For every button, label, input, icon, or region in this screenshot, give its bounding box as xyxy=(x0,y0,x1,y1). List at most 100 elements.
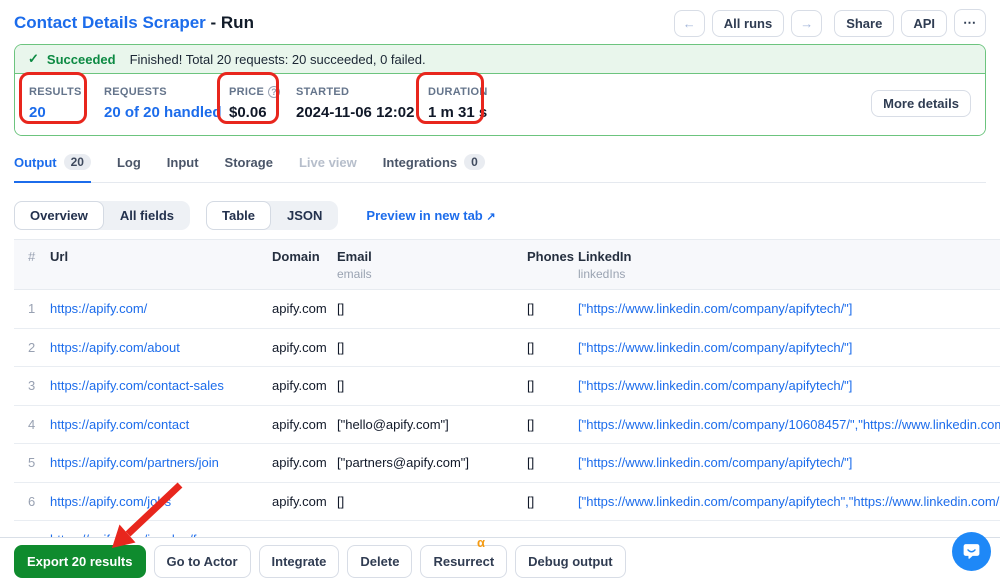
arrow-left-icon: ← xyxy=(683,16,696,31)
phones-cell: [] xyxy=(527,367,578,406)
all-runs-button[interactable]: All runs xyxy=(712,10,784,37)
stat-results: RESULTS 20 xyxy=(29,86,104,121)
stat-duration: DURATION 1 m 31 s xyxy=(428,86,488,121)
results-table: # Url Domain Emailemails Phones LinkedIn… xyxy=(14,239,1000,545)
stat-duration-label: DURATION xyxy=(428,86,488,98)
status-message: Finished! Total 20 requests: 20 succeede… xyxy=(130,52,426,67)
phones-cell: [] xyxy=(527,444,578,483)
url-link[interactable]: https://apify.com/contact-sales xyxy=(50,378,224,393)
linkedin-cell[interactable]: ["https://www.linkedin.com/company/apify… xyxy=(578,444,1000,483)
domain-cell: apify.com xyxy=(272,444,337,483)
table-row: 5 https://apify.com/partners/join apify.… xyxy=(14,444,1000,483)
column-header-domain[interactable]: Domain xyxy=(272,240,337,290)
support-chat-button[interactable] xyxy=(952,532,991,571)
page-title-suffix: - Run xyxy=(206,13,254,32)
preview-in-new-tab-link[interactable]: Preview in new tab ↗ xyxy=(366,208,495,223)
more-details-button[interactable]: More details xyxy=(871,90,971,117)
table-row: 4 https://apify.com/contact apify.com ["… xyxy=(14,405,1000,444)
column-subheader-emails: emails xyxy=(337,267,519,281)
domain-cell: apify.com xyxy=(272,482,337,521)
table-row: 2 https://apify.com/about apify.com [] [… xyxy=(14,328,1000,367)
status-banner: ✓ Succeeded Finished! Total 20 requests:… xyxy=(15,45,985,74)
tab-log[interactable]: Log xyxy=(117,149,141,183)
output-toolbar: Overview All fields Table JSON Preview i… xyxy=(14,201,986,230)
table-header-row: # Url Domain Emailemails Phones LinkedIn… xyxy=(14,240,1000,290)
run-detail-page: Contact Details Scraper - Run ← All runs… xyxy=(0,0,1000,584)
stat-started-label: STARTED xyxy=(296,86,428,98)
tab-live-view: Live view xyxy=(299,149,357,183)
stat-duration-value: 1 m 31 s xyxy=(428,104,488,121)
column-header-num: # xyxy=(14,240,50,290)
column-header-phones[interactable]: Phones xyxy=(527,240,578,290)
phones-cell: [] xyxy=(527,482,578,521)
url-link[interactable]: https://apify.com/about xyxy=(50,340,180,355)
email-cell: ["hello@apify.com"] xyxy=(337,405,527,444)
top-actions: ← All runs → Share API ⋯ xyxy=(674,9,986,37)
go-to-actor-button[interactable]: Go to Actor xyxy=(154,545,251,578)
external-link-icon: ↗ xyxy=(486,211,495,223)
url-link[interactable]: https://apify.com/contact xyxy=(50,417,189,432)
stat-started-value: 2024-11-06 12:02 xyxy=(296,104,428,121)
segment-overview[interactable]: Overview xyxy=(14,201,104,230)
stat-results-value[interactable]: 20 xyxy=(29,104,104,121)
domain-cell: apify.com xyxy=(272,328,337,367)
stat-price-label: PRICE? xyxy=(229,86,296,98)
linkedin-cell[interactable]: ["https://www.linkedin.com/company/10608… xyxy=(578,405,1000,444)
tab-output[interactable]: Output 20 xyxy=(14,148,91,183)
tab-storage[interactable]: Storage xyxy=(225,149,273,183)
table-row: 1 https://apify.com/ apify.com [] [] ["h… xyxy=(14,290,1000,329)
stat-requests: REQUESTS 20 of 20 handled xyxy=(104,86,229,121)
url-link[interactable]: https://apify.com/jobs xyxy=(50,494,171,509)
stat-started: STARTED 2024-11-06 12:02 xyxy=(296,86,428,121)
integrations-count-badge: 0 xyxy=(464,154,485,170)
stat-requests-label: REQUESTS xyxy=(104,86,229,98)
segment-json[interactable]: JSON xyxy=(271,201,338,230)
column-header-linkedin[interactable]: LinkedInlinkedIns xyxy=(578,240,1000,290)
format-segmented: Table JSON xyxy=(206,201,338,230)
share-button[interactable]: Share xyxy=(834,10,894,37)
tab-input[interactable]: Input xyxy=(167,149,199,183)
column-header-url[interactable]: Url xyxy=(50,240,272,290)
debug-output-button[interactable]: Debug output xyxy=(515,545,625,578)
status-badge: Succeeded xyxy=(47,52,116,67)
column-subheader-linkedins: linkedIns xyxy=(578,267,1000,281)
resurrect-button[interactable]: Resurrect xyxy=(420,545,507,578)
check-icon: ✓ xyxy=(28,51,39,67)
stat-requests-value[interactable]: 20 of 20 handled xyxy=(104,104,229,121)
top-bar: Contact Details Scraper - Run ← All runs… xyxy=(14,8,986,38)
next-run-button[interactable]: → xyxy=(791,10,822,37)
chat-bubble-icon xyxy=(961,541,982,562)
prev-run-button[interactable]: ← xyxy=(674,10,705,37)
actor-title-link[interactable]: Contact Details Scraper xyxy=(14,13,206,32)
email-cell: ["partners@apify.com"] xyxy=(337,444,527,483)
domain-cell: apify.com xyxy=(272,405,337,444)
page-title: Contact Details Scraper - Run xyxy=(14,13,254,33)
stat-results-label: RESULTS xyxy=(29,86,104,98)
arrow-right-icon: → xyxy=(800,16,813,31)
column-header-email[interactable]: Emailemails xyxy=(337,240,527,290)
more-actions-button[interactable]: ⋯ xyxy=(954,9,986,37)
stat-price: PRICE? $0.06 xyxy=(229,86,296,121)
linkedin-cell[interactable]: ["https://www.linkedin.com/company/apify… xyxy=(578,367,1000,406)
url-link[interactable]: https://apify.com/partners/join xyxy=(50,455,219,470)
email-cell: [] xyxy=(337,367,527,406)
tab-integrations[interactable]: Integrations 0 xyxy=(383,148,485,183)
run-actions-bar: Export 20 results Go to Actor Integrate … xyxy=(0,537,1000,584)
url-link[interactable]: https://apify.com/ xyxy=(50,301,147,316)
stat-price-value: $0.06 xyxy=(229,104,296,121)
export-results-button[interactable]: Export 20 results xyxy=(14,545,146,578)
delete-button[interactable]: Delete xyxy=(347,545,412,578)
linkedin-cell[interactable]: ["https://www.linkedin.com/company/apify… xyxy=(578,482,1000,521)
phones-cell: [] xyxy=(527,328,578,367)
linkedin-cell[interactable]: ["https://www.linkedin.com/company/apify… xyxy=(578,290,1000,329)
domain-cell: apify.com xyxy=(272,367,337,406)
segment-all-fields[interactable]: All fields xyxy=(104,201,190,230)
segment-table[interactable]: Table xyxy=(206,201,271,230)
api-button[interactable]: API xyxy=(901,10,947,37)
alpha-flag: α xyxy=(477,535,485,550)
output-count-badge: 20 xyxy=(64,154,91,170)
linkedin-cell[interactable]: ["https://www.linkedin.com/company/apify… xyxy=(578,328,1000,367)
integrate-button[interactable]: Integrate xyxy=(259,545,340,578)
table-row: 3 https://apify.com/contact-sales apify.… xyxy=(14,367,1000,406)
help-icon[interactable]: ? xyxy=(268,86,280,98)
